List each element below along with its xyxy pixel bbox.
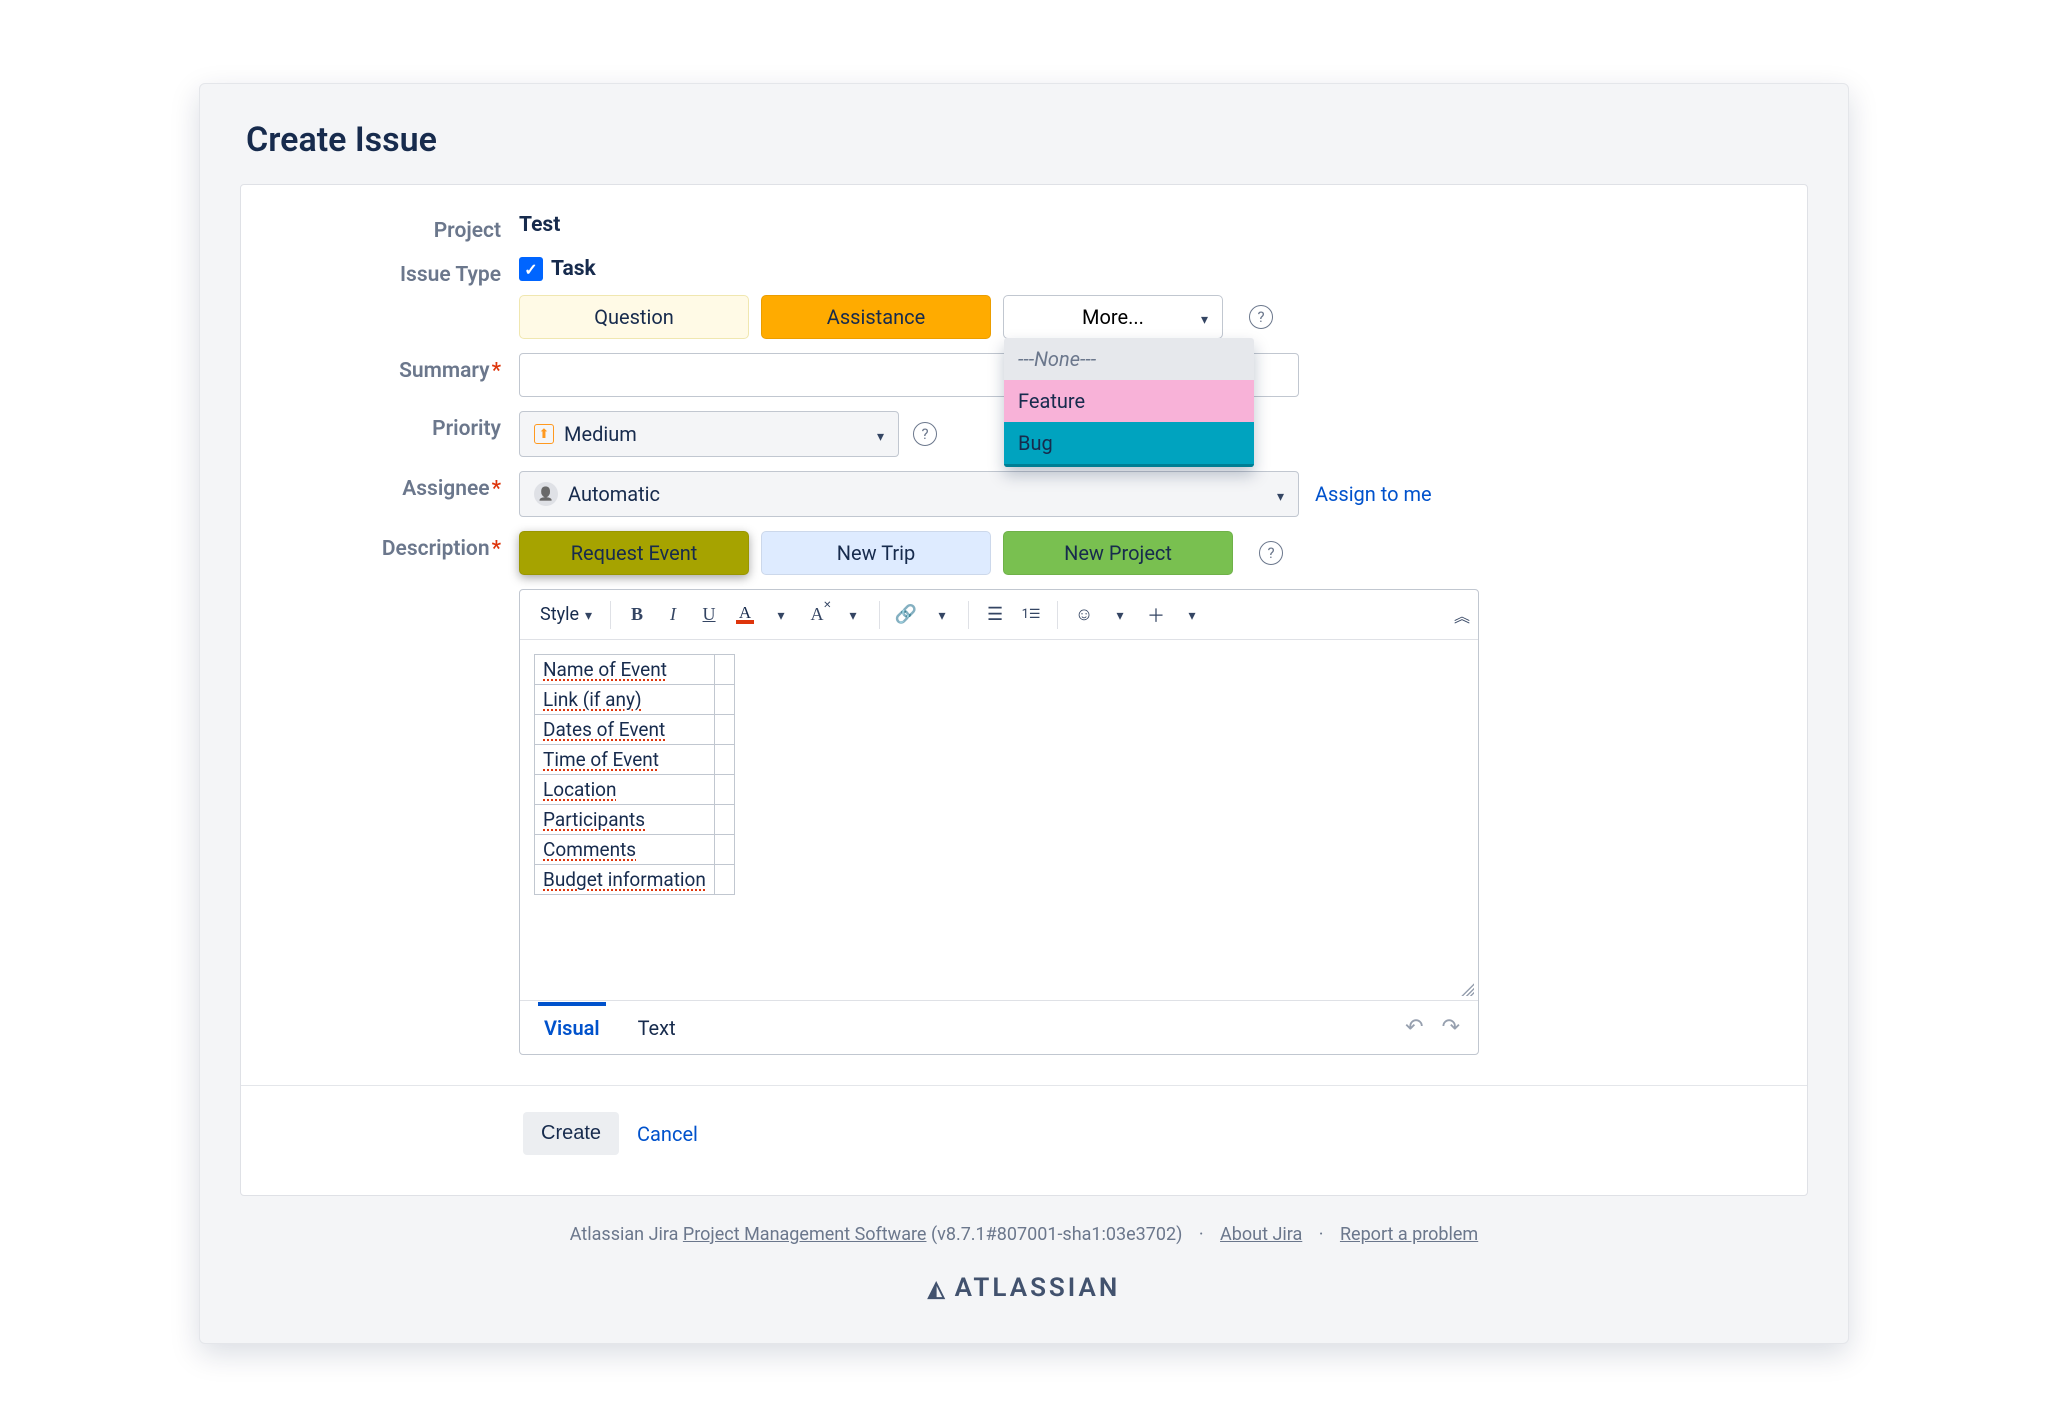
- editor-footer: Visual Text ↶ ↷: [520, 1000, 1478, 1054]
- chevron-down-icon: [1277, 482, 1284, 506]
- label-summary: Summary*: [289, 353, 519, 383]
- help-icon[interactable]: ?: [1259, 541, 1283, 565]
- editor-toolbar: Style B I U A A✕ 🔗 ☰: [520, 590, 1478, 640]
- page-footer: Atlassian Jira Project Management Softwa…: [240, 1224, 1808, 1245]
- tab-visual[interactable]: Visual: [538, 1002, 606, 1050]
- chevron-down-icon[interactable]: [1176, 599, 1208, 631]
- label-issue-type: Issue Type: [289, 257, 519, 287]
- description-table: Name of Event Link (if any) Dates of Eve…: [534, 654, 735, 895]
- footer-pms-link[interactable]: Project Management Software: [683, 1224, 927, 1245]
- tab-text[interactable]: Text: [632, 1006, 682, 1050]
- issuetype-more-label: More...: [1082, 305, 1144, 329]
- table-row: Dates of Event: [543, 718, 665, 741]
- label-priority: Priority: [289, 411, 519, 441]
- chevron-down-icon: [585, 604, 592, 625]
- desc-btn-new-trip[interactable]: New Trip: [761, 531, 991, 575]
- table-row: Budget information: [543, 868, 706, 891]
- emoji-icon[interactable]: ☺: [1068, 599, 1100, 631]
- underline-icon[interactable]: U: [693, 599, 725, 631]
- page-title: Create Issue: [246, 120, 1808, 160]
- table-row: Name of Event: [543, 658, 667, 681]
- priority-select[interactable]: Medium: [519, 411, 899, 457]
- numbered-list-icon[interactable]: 1☰: [1015, 599, 1047, 631]
- footer-lead: Atlassian Jira: [570, 1224, 683, 1245]
- table-row: Time of Event: [543, 748, 659, 771]
- project-value: Test: [519, 213, 560, 237]
- chevron-down-icon[interactable]: [1104, 599, 1136, 631]
- table-row: Comments: [543, 838, 636, 861]
- issuetype-more-select[interactable]: More... ---None--- Feature Bug: [1003, 295, 1223, 339]
- assignee-value: Automatic: [568, 482, 660, 506]
- dropdown-option-none[interactable]: ---None---: [1004, 338, 1254, 380]
- issuetype-more-dropdown: ---None--- Feature Bug: [1004, 338, 1254, 467]
- dropdown-option-feature[interactable]: Feature: [1004, 380, 1254, 422]
- chevron-down-icon: [877, 422, 884, 446]
- priority-medium-icon: [534, 424, 554, 444]
- clear-formatting-icon[interactable]: A✕: [801, 599, 833, 631]
- chevron-down-icon: [1201, 305, 1208, 329]
- chevron-down-icon[interactable]: [765, 599, 797, 631]
- insert-icon[interactable]: ＋: [1140, 599, 1172, 631]
- help-icon[interactable]: ?: [913, 422, 937, 446]
- help-icon[interactable]: ?: [1249, 305, 1273, 329]
- table-row: Participants: [543, 808, 645, 831]
- assign-to-me-link[interactable]: Assign to me: [1315, 482, 1432, 506]
- issuetype-btn-question[interactable]: Question: [519, 295, 749, 339]
- issue-type-value: Task: [551, 257, 596, 281]
- collapse-toolbar-icon[interactable]: ︽: [1454, 603, 1466, 627]
- link-icon[interactable]: 🔗: [890, 599, 922, 631]
- create-button[interactable]: Create: [523, 1112, 619, 1155]
- label-assignee: Assignee*: [289, 471, 519, 501]
- chevron-down-icon[interactable]: [837, 599, 869, 631]
- text-color-icon[interactable]: A: [729, 599, 761, 631]
- table-row: Location: [543, 778, 617, 801]
- cancel-button[interactable]: Cancel: [637, 1122, 698, 1146]
- italic-icon[interactable]: I: [657, 599, 689, 631]
- footer-report-link[interactable]: Report a problem: [1340, 1224, 1478, 1245]
- desc-btn-new-project[interactable]: New Project: [1003, 531, 1233, 575]
- desc-btn-request-event[interactable]: Request Event: [519, 531, 749, 575]
- label-description: Description*: [289, 531, 519, 561]
- editor-body[interactable]: Name of Event Link (if any) Dates of Eve…: [520, 640, 1478, 1000]
- undo-icon[interactable]: ↶: [1405, 1015, 1423, 1040]
- table-row: Link (if any): [543, 688, 642, 711]
- user-icon: [534, 482, 558, 506]
- bullet-list-icon[interactable]: ☰: [979, 599, 1011, 631]
- toolbar-style-select[interactable]: Style: [532, 598, 600, 631]
- chevron-down-icon[interactable]: [926, 599, 958, 631]
- resize-grip-icon[interactable]: [1460, 982, 1474, 996]
- label-project: Project: [289, 213, 519, 243]
- task-icon: [519, 257, 543, 281]
- priority-value: Medium: [564, 422, 637, 446]
- redo-icon[interactable]: ↷: [1442, 1015, 1460, 1040]
- bold-icon[interactable]: B: [621, 599, 653, 631]
- description-editor: Style B I U A A✕ 🔗 ☰: [519, 589, 1479, 1055]
- footer-about-link[interactable]: About Jira: [1220, 1224, 1302, 1245]
- atlassian-logo: ATLASSIAN: [240, 1273, 1808, 1303]
- create-issue-form: Project Test Issue Type Task Question As…: [240, 184, 1808, 1196]
- dropdown-option-bug[interactable]: Bug: [1004, 422, 1254, 467]
- issuetype-btn-assistance[interactable]: Assistance: [761, 295, 991, 339]
- footer-version: (v8.7.1#807001-sha1:03e3702): [926, 1224, 1182, 1245]
- assignee-select[interactable]: Automatic: [519, 471, 1299, 517]
